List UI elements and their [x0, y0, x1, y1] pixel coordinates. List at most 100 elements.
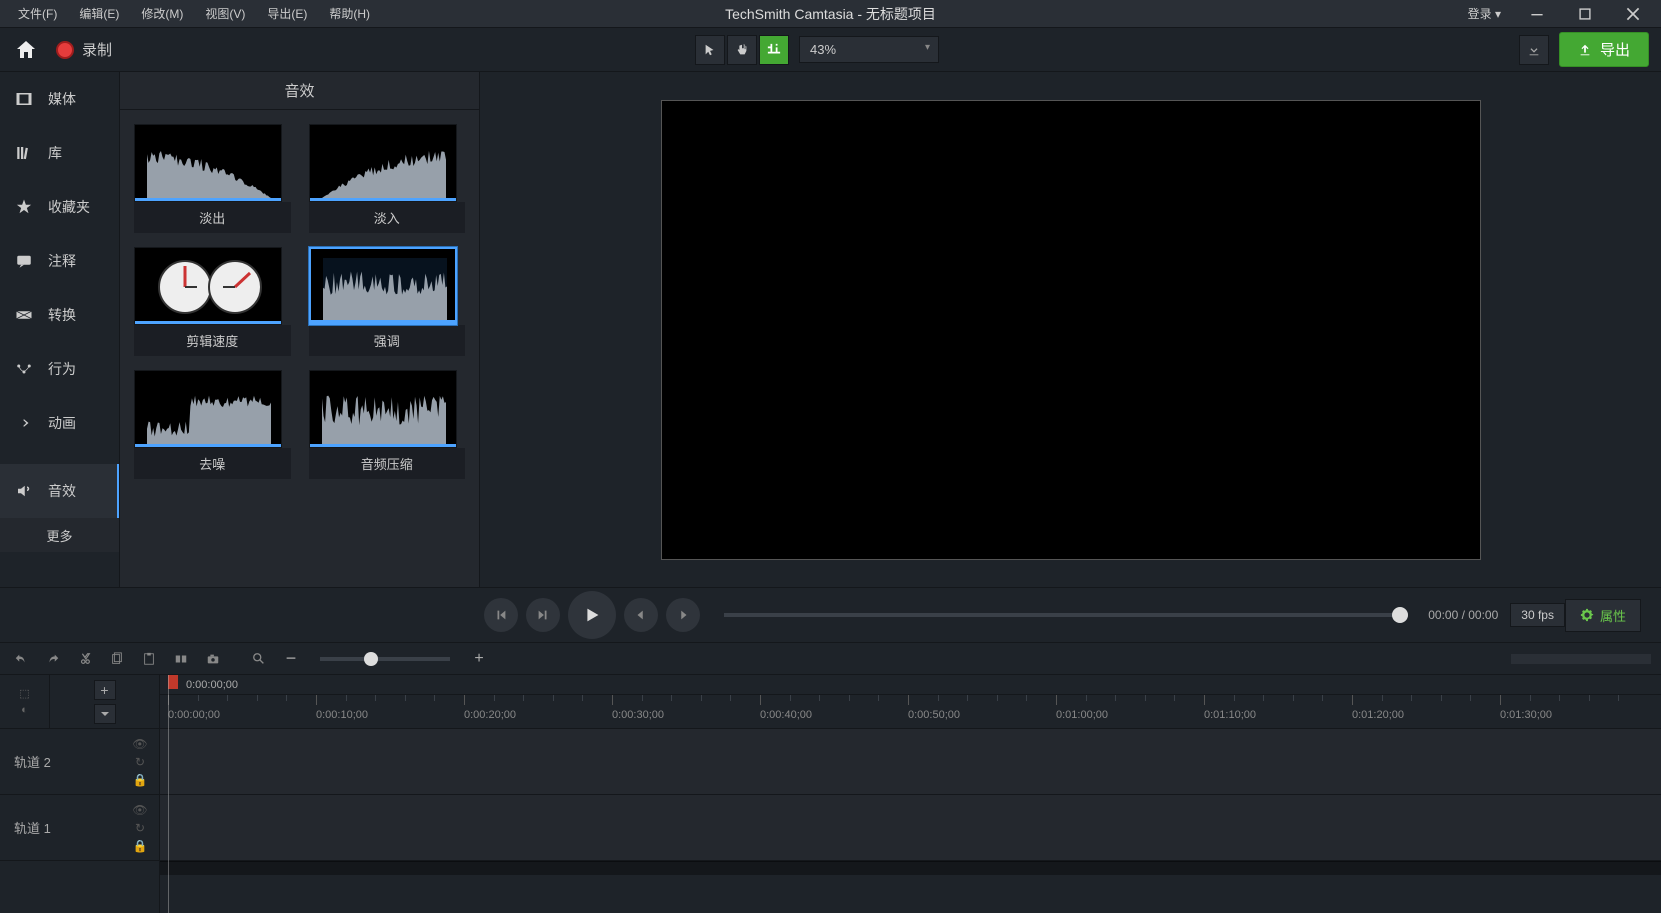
split-icon[interactable] [170, 648, 192, 670]
progress-handle[interactable] [1392, 607, 1408, 623]
zoom-in-icon[interactable]: + [468, 648, 490, 670]
film-icon [14, 89, 34, 109]
prev-frame-icon[interactable] [484, 598, 518, 632]
track-header-1[interactable]: 轨道 1 👁 ↻ 🔒 [0, 795, 159, 861]
ruler-tick: 0:01:30;00 [1500, 709, 1552, 721]
ruler-tick: 0:01:20;00 [1352, 709, 1404, 721]
sidebar-item-animation[interactable]: 动画 [0, 396, 119, 450]
track-lane-2[interactable] [160, 729, 1661, 795]
sidebar-item-label: 库 [48, 143, 62, 163]
properties-button[interactable]: 属性 [1565, 599, 1641, 632]
sidebar-item-audio-effects[interactable]: 音效 [0, 464, 119, 518]
effect-thumb [309, 247, 457, 325]
track-lock-icon[interactable]: 🔒 [133, 839, 148, 853]
sidebar-item-media[interactable]: 媒体 [0, 72, 119, 126]
menu-export[interactable]: 导出(E) [257, 1, 317, 26]
menu-view[interactable]: 视图(V) [195, 1, 255, 26]
timeline-horizontal-scrollbar[interactable] [160, 861, 1661, 875]
maximize-icon[interactable] [1565, 2, 1605, 26]
ruler-tick: 0:01:10;00 [1204, 709, 1256, 721]
record-icon [56, 41, 74, 59]
record-button[interactable]: 录制 [56, 39, 112, 60]
track-mute-icon[interactable]: ↻ [135, 755, 145, 769]
minimize-icon[interactable] [1517, 2, 1557, 26]
pointer-tool-icon[interactable] [695, 35, 725, 65]
ruler-tick: 0:00:30;00 [612, 709, 664, 721]
ruler-tick: 0:00:10;00 [316, 709, 368, 721]
playhead-marker[interactable] [168, 675, 178, 689]
track-lane-1[interactable] [160, 795, 1661, 861]
menu-file[interactable]: 文件(F) [8, 1, 67, 26]
cut-icon[interactable] [74, 648, 96, 670]
playhead-line[interactable] [168, 675, 169, 913]
effect-thumb [309, 370, 457, 448]
effect-item-compress[interactable]: 音频压缩 [309, 370, 466, 479]
effect-item-fadeout[interactable]: 淡出 [134, 124, 291, 233]
panel-title: 音效 [120, 72, 479, 110]
record-label: 录制 [82, 39, 112, 60]
login-button[interactable]: 登录 ▾ [1460, 3, 1509, 24]
sidebar-item-more[interactable]: 更多 [0, 518, 119, 552]
home-icon[interactable] [12, 36, 40, 64]
fps-display[interactable]: 30 fps [1510, 603, 1565, 627]
sidebar-item-label: 注释 [48, 251, 76, 271]
behavior-icon [14, 359, 34, 379]
step-forward-icon[interactable] [666, 598, 700, 632]
sidebar-more-label: 更多 [46, 526, 72, 545]
next-frame-icon[interactable] [526, 598, 560, 632]
undo-icon[interactable] [10, 648, 32, 670]
track-name-label: 轨道 1 [0, 818, 84, 837]
track-header-2[interactable]: 轨道 2 👁 ↻ 🔒 [0, 729, 159, 795]
camera-icon[interactable] [202, 648, 224, 670]
effect-item-emphasize[interactable]: 强调 [309, 247, 466, 356]
redo-icon[interactable] [42, 648, 64, 670]
sidebar-item-library[interactable]: 库 [0, 126, 119, 180]
magnet-icon[interactable]: ⬚ [19, 687, 29, 700]
effect-thumb [309, 124, 457, 202]
properties-label: 属性 [1600, 606, 1626, 625]
sidebar-item-favorites[interactable]: 收藏夹 [0, 180, 119, 234]
export-button[interactable]: 导出 [1559, 32, 1649, 67]
crop-tool-icon[interactable] [759, 35, 789, 65]
zoom-select[interactable]: 43% [799, 36, 939, 63]
paste-icon[interactable] [138, 648, 160, 670]
effect-item-fadein[interactable]: 淡入 [309, 124, 466, 233]
time-display: 00:00 / 00:00 [1428, 608, 1498, 622]
effect-label: 强调 [309, 325, 466, 356]
playback-progress[interactable] [724, 613, 1408, 617]
track-lock-icon[interactable]: 🔒 [133, 773, 148, 787]
timeline-current-time: 0:00:00;00 [186, 679, 238, 691]
menu-modify[interactable]: 修改(M) [131, 1, 193, 26]
effect-thumb: › [134, 247, 282, 325]
track-visible-icon[interactable]: 👁 [132, 803, 147, 817]
ruler-tick: 0:00:00;00 [168, 709, 220, 721]
add-track-button[interactable]: + [94, 680, 116, 700]
track-menu-button[interactable] [94, 704, 116, 724]
zoom-search-icon[interactable] [248, 648, 270, 670]
track-visible-icon[interactable]: 👁 [132, 737, 147, 751]
annotation-icon [14, 251, 34, 271]
animation-icon [14, 413, 34, 433]
menu-help[interactable]: 帮助(H) [319, 1, 380, 26]
timeline-zoom-slider[interactable] [320, 657, 450, 661]
sidebar-item-transition[interactable]: 转换 [0, 288, 119, 342]
timeline-ruler[interactable]: 0:00:00;000:00:10;000:00:20;000:00:30;00… [160, 695, 1661, 729]
copy-icon[interactable] [106, 648, 128, 670]
step-back-icon[interactable] [624, 598, 658, 632]
close-icon[interactable] [1613, 2, 1653, 26]
effect-item-clock[interactable]: ›剪辑速度 [134, 247, 291, 356]
sidebar-item-behavior[interactable]: 行为 [0, 342, 119, 396]
effect-item-denoise[interactable]: 去噪 [134, 370, 291, 479]
zoom-slider-handle[interactable] [364, 652, 378, 666]
preview-canvas[interactable] [661, 100, 1481, 560]
hand-tool-icon[interactable] [727, 35, 757, 65]
download-icon[interactable] [1519, 35, 1549, 65]
sidebar-item-label: 动画 [48, 413, 76, 433]
menu-edit[interactable]: 编辑(E) [69, 1, 129, 26]
play-button[interactable] [568, 591, 616, 639]
timeline-mini-scroll[interactable] [1511, 654, 1651, 664]
sidebar-item-annotation[interactable]: 注释 [0, 234, 119, 288]
snap-icon[interactable]: ◐ [21, 704, 28, 716]
track-mute-icon[interactable]: ↻ [135, 821, 145, 835]
zoom-out-icon[interactable]: − [280, 648, 302, 670]
